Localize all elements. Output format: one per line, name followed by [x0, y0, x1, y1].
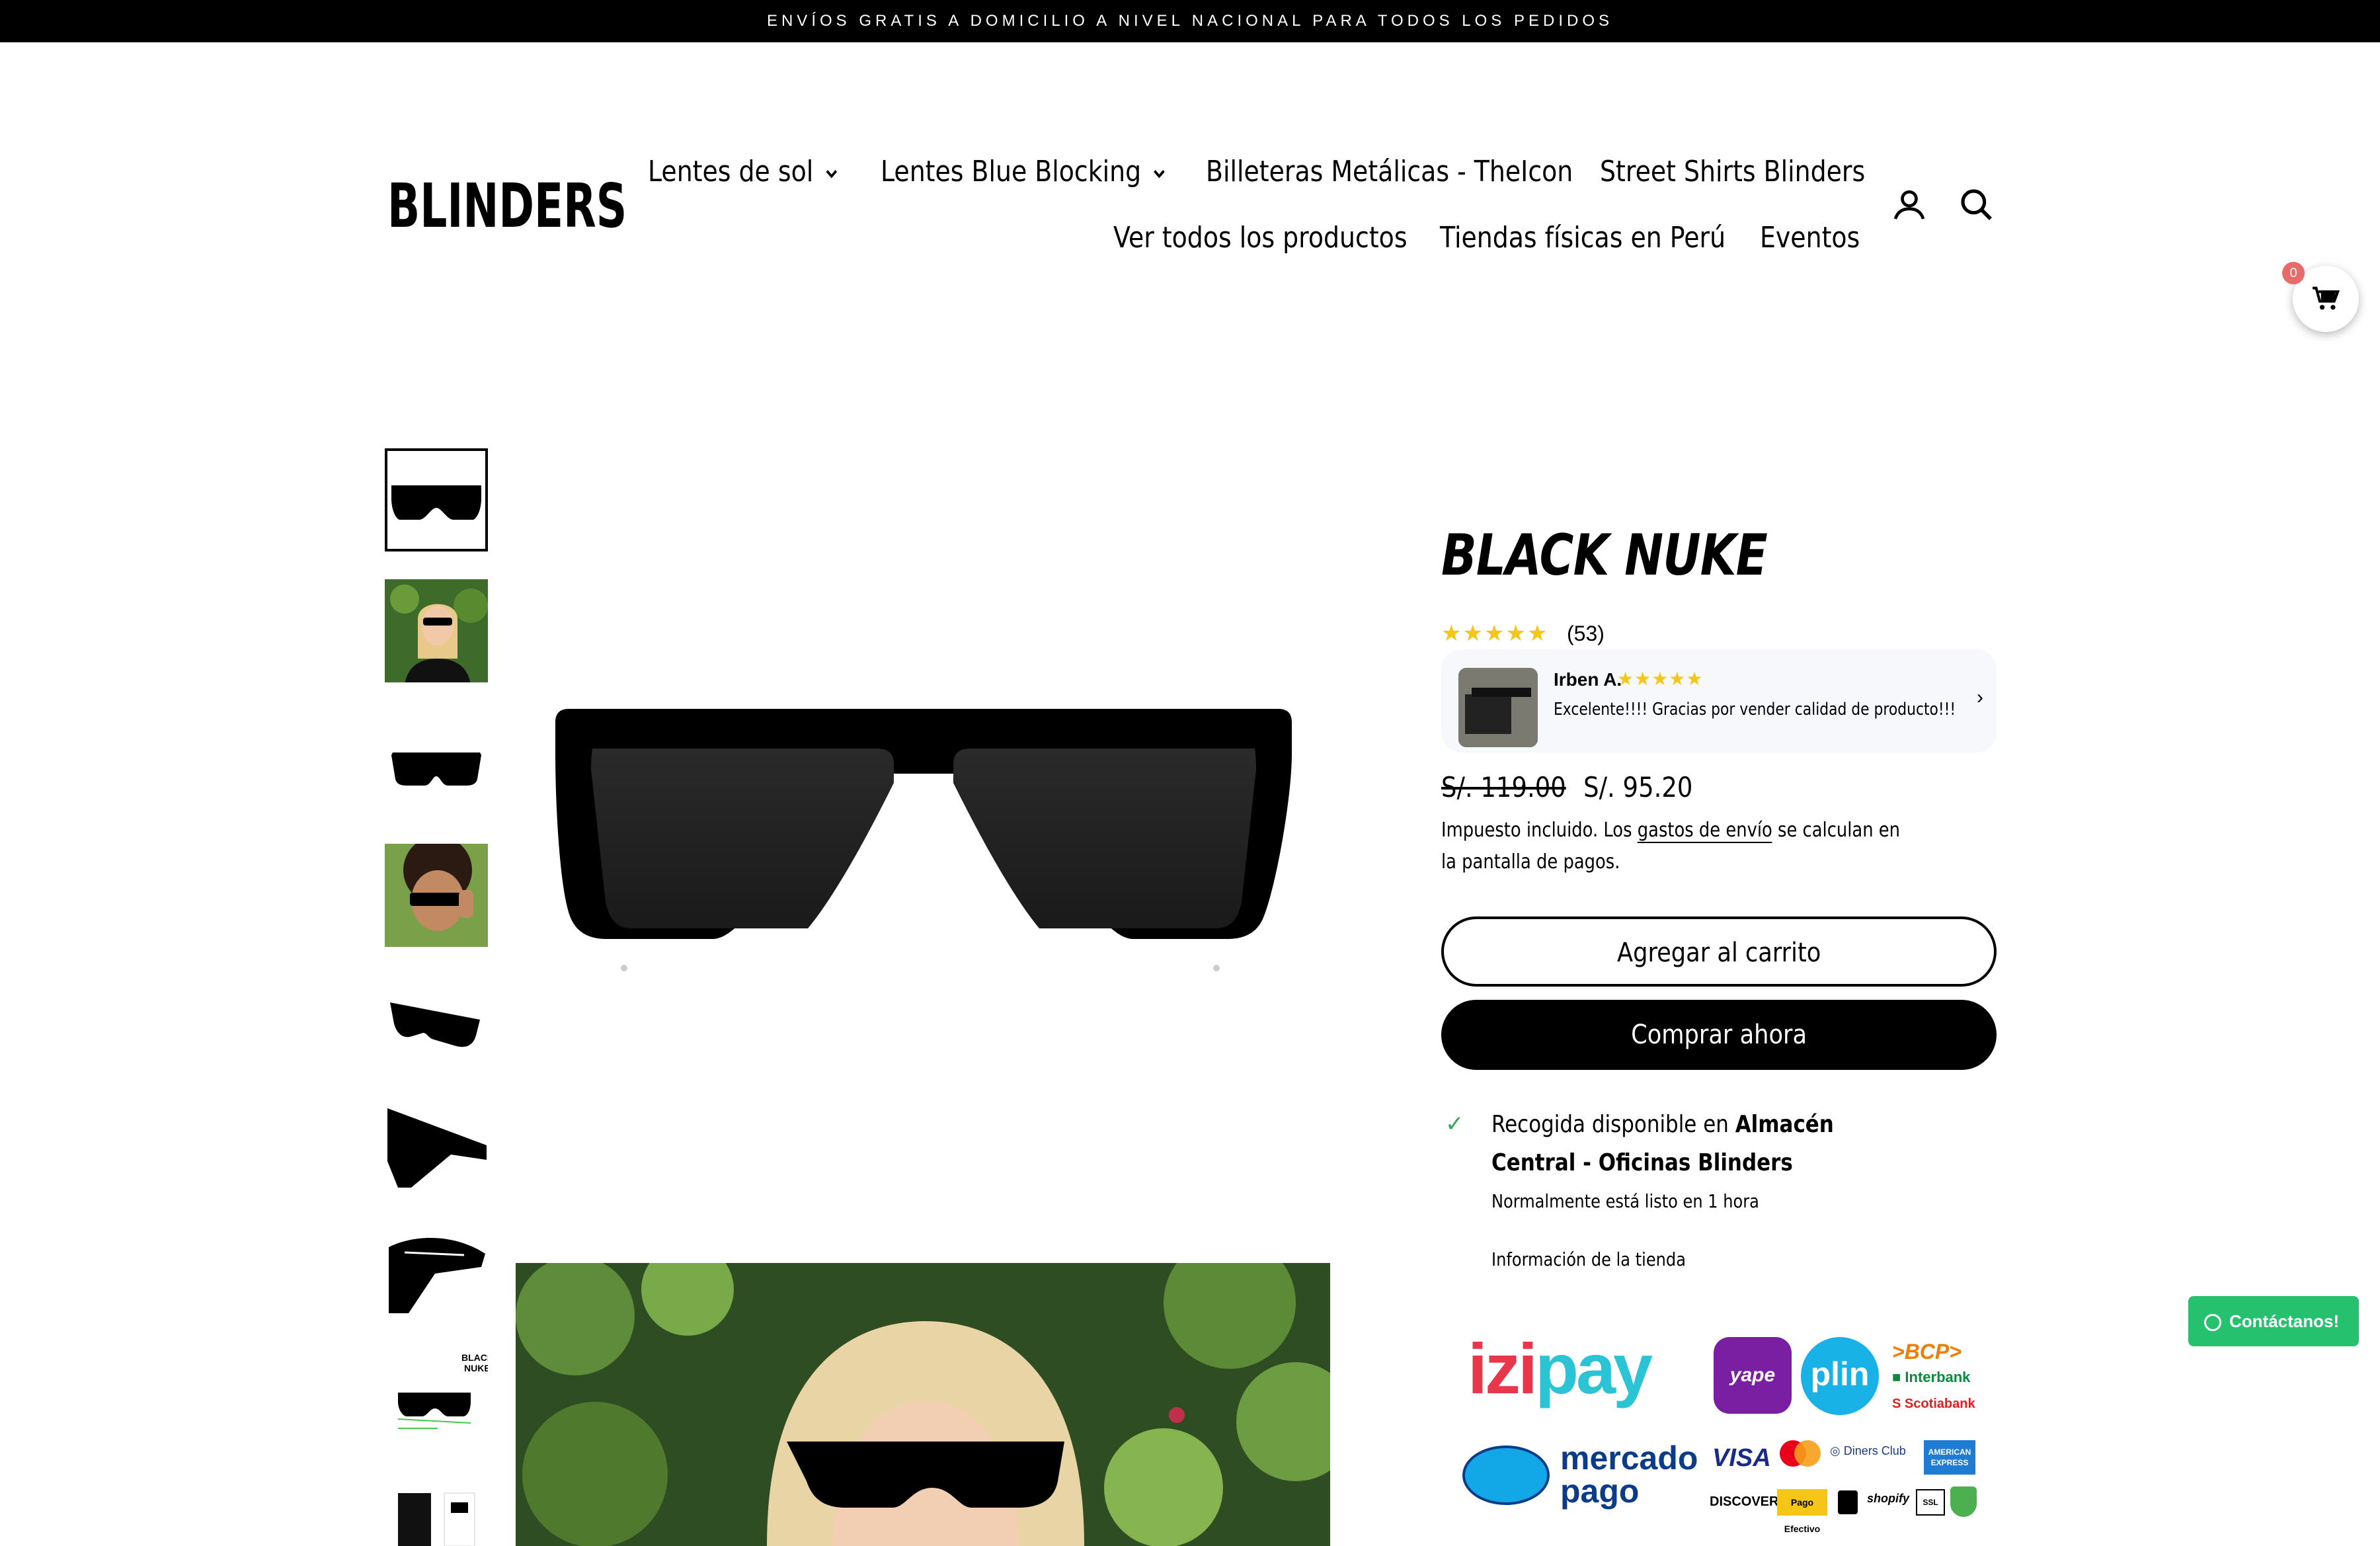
thumbnail-box[interactable] [385, 1480, 488, 1546]
cart-count-badge: 0 [2282, 262, 2305, 284]
nav-item-ver-todos[interactable]: Ver todos los productos [1113, 217, 1408, 259]
nav-item-eventos[interactable]: Eventos [1760, 217, 1860, 259]
sunglasses-thumb-image [387, 1108, 487, 1188]
review-text: Excelente!!!! Gracias por vender calidad… [1554, 700, 1956, 719]
model-photo-thumb [385, 579, 488, 682]
sunglasses-thumb-image [391, 485, 481, 520]
store-info-link[interactable]: Información de la tienda [1491, 1248, 1686, 1270]
whatsapp-contact-button[interactable]: Contáctanos! [2188, 1296, 2359, 1346]
diners-club-logo: ◎ Diners Club [1830, 1444, 1906, 1457]
chevron-right-icon[interactable]: › [1977, 686, 1983, 709]
mercado-pago-handshake-icon [1462, 1445, 1550, 1505]
star-icon: ★ [1462, 621, 1484, 646]
mastercard-logo [1777, 1439, 1823, 1468]
interbank-logo: ■ Interbank [1892, 1369, 1971, 1385]
lifestyle-photo[interactable] [516, 1263, 1330, 1546]
rating-stars[interactable]: ★★★★★ [1441, 620, 1548, 647]
product-title: BLACK NUKE [1441, 522, 1768, 589]
pagoefectivo-logo: Pago Efectivo [1777, 1489, 1827, 1534]
review-photo [1458, 668, 1538, 747]
nav-item-street-shirts[interactable]: Street Shirts Blinders [1600, 151, 1865, 193]
star-icon: ★ [1484, 621, 1506, 646]
review-count[interactable]: (53) [1567, 620, 1605, 647]
search-icon[interactable] [1958, 186, 1995, 224]
review-stars: ★★★★★ [1617, 669, 1704, 689]
star-icon: ★ [1527, 621, 1549, 646]
model-photo [516, 1263, 1330, 1546]
bcp-logo: >BCP> [1892, 1340, 1962, 1363]
account-icon[interactable] [1891, 186, 1928, 224]
scotiabank-logo: S Scotiabank [1892, 1397, 1975, 1411]
shield-icon [1950, 1486, 1977, 1517]
thumbnail-side[interactable] [385, 1095, 488, 1198]
buy-now-button[interactable]: Comprar ahora [1441, 1000, 1997, 1070]
thumbnail-angle-2[interactable] [385, 1221, 488, 1324]
chevron-down-icon [826, 170, 838, 179]
pickup-info: Recogida disponible en Almacén Central -… [1491, 1106, 1924, 1182]
thumbnail-front[interactable] [385, 448, 488, 551]
check-icon: ✓ [1445, 1112, 1464, 1137]
visa-logo: VISA [1712, 1444, 1771, 1472]
yape-logo: yape [1714, 1337, 1792, 1414]
cart-icon [2313, 286, 2340, 310]
tax-text: Impuesto incluido. Los [1441, 819, 1632, 842]
price-block: S/. 119.00 S/. 95.20 [1441, 771, 1692, 803]
thumbnail-front-small[interactable] [385, 712, 488, 815]
amex-logo: AMERICAN EXPRESS [1924, 1440, 1975, 1475]
nav-item-blue-blocking[interactable]: Lentes Blue Blocking [881, 151, 1168, 193]
box-thumb-image [398, 1492, 475, 1546]
mercado-pago-logo: mercado pago [1560, 1440, 1698, 1510]
announcement-bar: ENVÍOS GRATIS A DOMICILIO A NIVEL NACION… [0, 0, 2380, 42]
main-product-image[interactable] [516, 503, 1330, 1190]
izipay-logo: izipay [1468, 1328, 1653, 1408]
sunglasses-thumb-image [391, 753, 481, 786]
packaging-thumb-image: BLACK NUKE [385, 1346, 488, 1449]
sunglasses-thumb-image [390, 1002, 480, 1047]
shopify-secure-logo: shopify [1867, 1492, 1910, 1505]
sale-price: S/. 95.20 [1583, 771, 1693, 803]
shipping-link[interactable]: gastos de envío [1637, 819, 1772, 843]
thumbnail-packaging[interactable]: BLACK NUKE [385, 1346, 488, 1449]
whatsapp-icon [2204, 1314, 2221, 1332]
whatsapp-label: Contáctanos! [2229, 1311, 2340, 1331]
brand-logo[interactable]: BLINDERS [387, 167, 627, 246]
nav-item-lentes-de-sol[interactable]: Lentes de sol [648, 151, 840, 193]
star-icon: ★ [1441, 621, 1463, 646]
add-to-cart-label: Agregar al carrito [1616, 938, 1821, 968]
thumbnail-angle-1[interactable] [385, 976, 488, 1079]
svg-text:BLACK: BLACK [461, 1352, 488, 1363]
pickup-ready-time: Normalmente está listo en 1 hora [1491, 1190, 1759, 1212]
nav-label: Lentes de sol [648, 155, 814, 188]
star-icon: ★ [1505, 621, 1527, 646]
tax-note: Impuesto incluido. Los gastos de envío s… [1441, 815, 1919, 878]
svg-text:NUKE: NUKE [464, 1363, 488, 1373]
nav-label: Lentes Blue Blocking [881, 155, 1142, 188]
buy-now-label: Comprar ahora [1631, 1020, 1807, 1050]
thumbnail-model-1[interactable] [385, 579, 488, 682]
nav-item-tiendas[interactable]: Tiendas físicas en Perú [1440, 217, 1726, 259]
model-photo-thumb [385, 844, 488, 947]
add-to-cart-button[interactable]: Agregar al carrito [1441, 916, 1997, 987]
plin-logo: plin [1801, 1337, 1879, 1415]
chevron-down-icon [1154, 170, 1165, 179]
reviewer-name: Irben A. [1554, 669, 1622, 690]
pickup-prefix: Recogida disponible en [1491, 1111, 1729, 1138]
sunglasses-thumb-image [389, 1238, 485, 1313]
discover-logo: DISCOVER [1710, 1494, 1779, 1509]
thumbnail-model-2[interactable] [385, 844, 488, 947]
lock-icon [1838, 1490, 1858, 1514]
nav-item-billeteras[interactable]: Billeteras Metálicas - TheIcon [1206, 151, 1573, 193]
old-price: S/. 119.00 [1441, 771, 1566, 803]
review-carousel[interactable]: Irben A. ★★★★★ Excelente!!!! Gracias por… [1441, 649, 1997, 753]
ssl-logo: SSL [1916, 1489, 1945, 1516]
